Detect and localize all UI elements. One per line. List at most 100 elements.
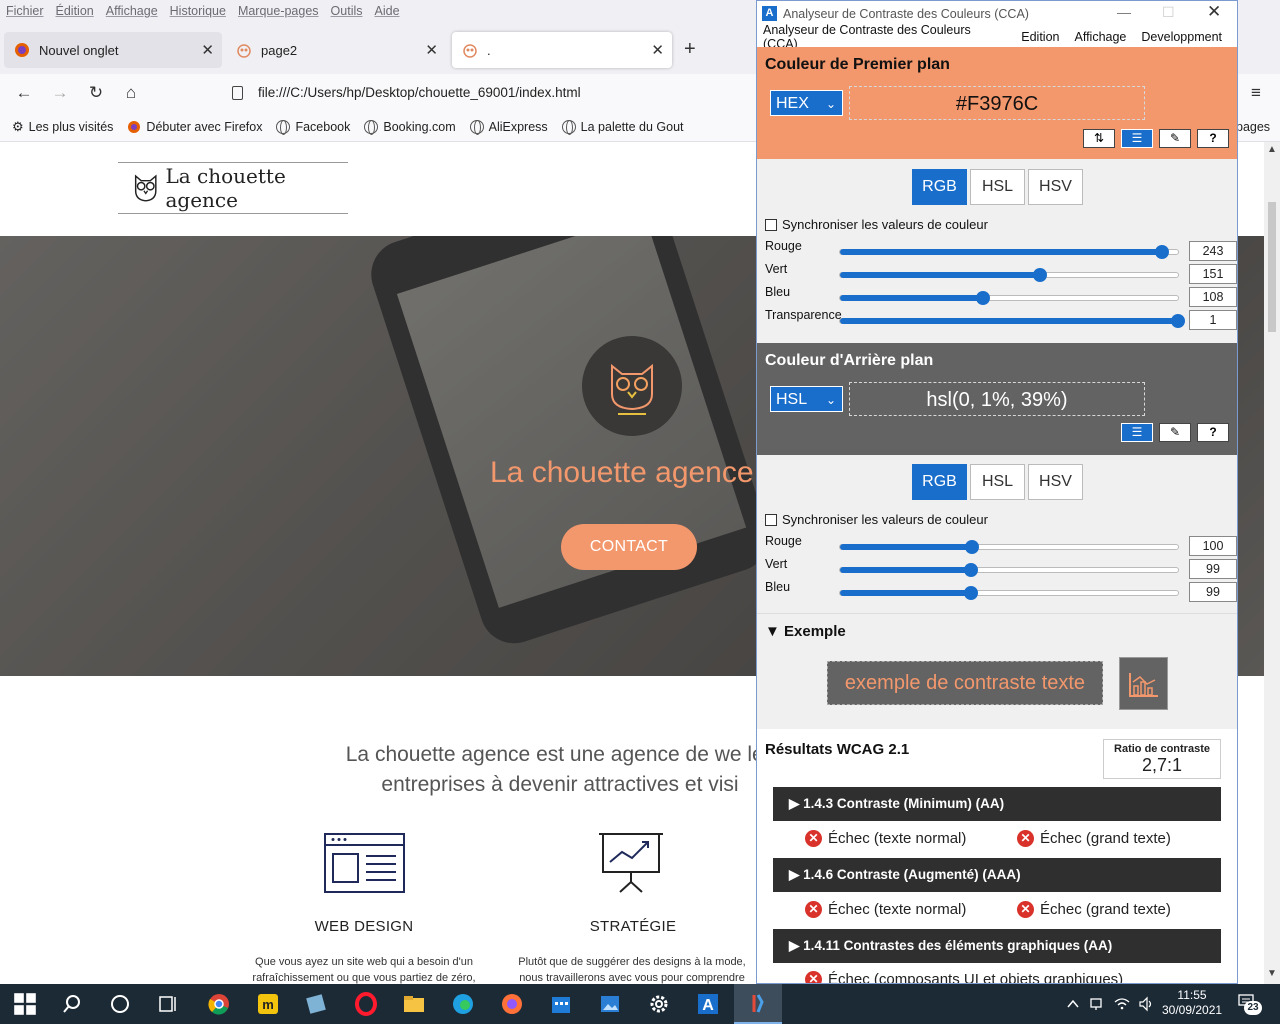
slider-thumb[interactable] (964, 563, 979, 577)
reload-icon[interactable]: ↻ (84, 82, 108, 104)
chart-icon[interactable] (1119, 657, 1168, 710)
criterion-1-4-6[interactable]: ▶ 1.4.6 Contraste (Augmenté) (AAA) (773, 858, 1221, 892)
help-icon[interactable]: ? (1197, 129, 1229, 148)
sliders-icon[interactable]: ☰ (1121, 129, 1153, 148)
slider-track-1[interactable] (839, 563, 1179, 577)
menu-historique[interactable]: Historique (170, 4, 226, 18)
slider-thumb[interactable] (1155, 245, 1170, 259)
chevron-up-icon[interactable] (1066, 997, 1080, 1011)
tab-hsl[interactable]: HSL (970, 464, 1025, 500)
tab-active[interactable]: . ✕ (452, 32, 672, 68)
edge-icon[interactable] (451, 992, 475, 1016)
back-arrow-icon[interactable]: ← (12, 82, 36, 104)
wifi-icon[interactable] (1113, 996, 1131, 1012)
slider-thumb[interactable] (1033, 268, 1048, 282)
task-view-icon[interactable] (156, 992, 180, 1016)
eyedropper-icon[interactable]: ✎ (1159, 423, 1191, 442)
app-m-icon[interactable]: m (256, 992, 280, 1016)
bookmark-palette-du-gout[interactable]: La palette du Gout (561, 119, 684, 135)
slider-track-1[interactable] (839, 268, 1179, 282)
search-icon[interactable] (60, 992, 84, 1016)
menu-edition[interactable]: Édition (56, 4, 94, 18)
maximize-icon[interactable]: ☐ (1162, 4, 1175, 21)
cca-menu-developpment[interactable]: Developpment (1141, 30, 1222, 44)
slider-value-input-3[interactable]: 1 (1189, 310, 1237, 330)
bookmark-les-plus-visites[interactable]: ⚙ Les plus visités (12, 119, 113, 135)
firefox-taskbar-icon[interactable] (500, 992, 524, 1016)
close-tab-icon[interactable]: ✕ (651, 41, 664, 59)
slider-thumb[interactable] (964, 586, 979, 600)
new-tab-plus-icon[interactable]: + (684, 38, 696, 61)
foreground-color-value[interactable]: #F3976C (849, 86, 1145, 120)
minimize-icon[interactable]: — (1117, 4, 1131, 20)
home-icon[interactable]: ⌂ (119, 82, 143, 104)
close-window-icon[interactable]: ✕ (1207, 2, 1221, 22)
active-app-slot[interactable] (734, 984, 782, 1024)
forward-arrow-icon[interactable]: → (48, 82, 72, 104)
help-icon[interactable]: ? (1197, 423, 1229, 442)
swap-colors-icon[interactable]: ⇅ (1083, 129, 1115, 148)
cortana-icon[interactable] (108, 992, 132, 1016)
sliders-icon[interactable]: ☰ (1121, 423, 1153, 442)
slider-track-2[interactable] (839, 586, 1179, 600)
menu-affichage[interactable]: Affichage (106, 4, 158, 18)
bookmark-aliexpress[interactable]: AliExpress (469, 119, 548, 135)
close-tab-icon[interactable]: ✕ (201, 41, 214, 59)
tab-hsv[interactable]: HSV (1028, 169, 1083, 205)
eyedropper-icon[interactable]: ✎ (1159, 129, 1191, 148)
slider-value-input-1[interactable]: 99 (1189, 559, 1237, 579)
slider-thumb[interactable] (965, 540, 980, 554)
menu-fichier[interactable]: Fichier (6, 4, 44, 18)
notification-center-icon[interactable]: 23 (1238, 994, 1262, 1015)
network-icon[interactable] (1089, 996, 1105, 1012)
slider-track-0[interactable] (839, 245, 1179, 259)
slider-thumb[interactable] (1171, 314, 1185, 328)
background-format-select[interactable]: HSL ⌄ (770, 386, 843, 412)
checkbox[interactable] (765, 218, 777, 231)
menu-outils[interactable]: Outils (331, 4, 363, 18)
slider-track-0[interactable] (839, 540, 1179, 554)
tab-nouvel-onglet[interactable]: Nouvel onglet ✕ (4, 32, 222, 68)
checkbox[interactable] (765, 513, 777, 526)
example-section-toggle[interactable]: ▼ Exemple (765, 623, 846, 640)
foreground-sync-checkbox[interactable]: Synchroniser les valeurs de couleur (765, 217, 988, 232)
background-color-value[interactable]: hsl(0, 1%, 39%) (849, 382, 1145, 416)
tab-rgb[interactable]: RGB (912, 169, 967, 205)
tab-rgb[interactable]: RGB (912, 464, 967, 500)
cca-taskbar-icon[interactable]: A (696, 992, 720, 1016)
menu-marque-pages[interactable]: Marque-pages (238, 4, 319, 18)
criterion-1-4-3[interactable]: ▶ 1.4.3 Contraste (Minimum) (AA) (773, 787, 1221, 821)
calendar-icon[interactable] (549, 992, 573, 1016)
slider-thumb[interactable] (976, 291, 991, 305)
chrome-icon[interactable] (207, 992, 231, 1016)
slider-value-input-2[interactable]: 99 (1189, 582, 1237, 602)
close-tab-icon[interactable]: ✕ (425, 41, 438, 59)
opera-icon[interactable] (354, 992, 378, 1016)
photos-icon[interactable] (598, 992, 622, 1016)
hamburger-menu-icon[interactable]: ≡ (1244, 82, 1268, 104)
tab-hsv[interactable]: HSV (1028, 464, 1083, 500)
foreground-format-select[interactable]: HEX ⌄ (770, 90, 843, 116)
menu-aide[interactable]: Aide (375, 4, 400, 18)
settings-gear-icon[interactable] (647, 992, 671, 1016)
contact-button[interactable]: CONTACT (561, 524, 697, 570)
url-bar[interactable]: file:///C:/Users/hp/Desktop/chouette_690… (222, 78, 762, 108)
tab-page2[interactable]: page2 ✕ (226, 32, 446, 68)
slider-value-input-1[interactable]: 151 (1189, 264, 1237, 284)
scroll-up-icon[interactable]: ▲ (1267, 144, 1277, 155)
cca-menu-edition[interactable]: Edition (1021, 30, 1059, 44)
slider-value-input-0[interactable]: 243 (1189, 241, 1237, 261)
site-logo[interactable]: La chouette agence (118, 162, 348, 214)
bookmarks-overflow[interactable]: pages (1236, 120, 1270, 134)
volume-icon[interactable] (1138, 996, 1154, 1012)
bookmark-facebook[interactable]: Facebook (276, 119, 350, 135)
slider-track-2[interactable] (839, 291, 1179, 305)
clock[interactable]: 11:55 30/09/2021 (1162, 988, 1222, 1018)
file-explorer-icon[interactable] (402, 992, 426, 1016)
slider-track-3[interactable] (839, 314, 1185, 328)
slider-value-input-0[interactable]: 100 (1189, 536, 1237, 556)
slider-value-input-2[interactable]: 108 (1189, 287, 1237, 307)
notepad-icon[interactable] (304, 992, 328, 1016)
bookmark-debuter-firefox[interactable]: Débuter avec Firefox (127, 120, 262, 134)
cca-menu-affichage[interactable]: Affichage (1074, 30, 1126, 44)
